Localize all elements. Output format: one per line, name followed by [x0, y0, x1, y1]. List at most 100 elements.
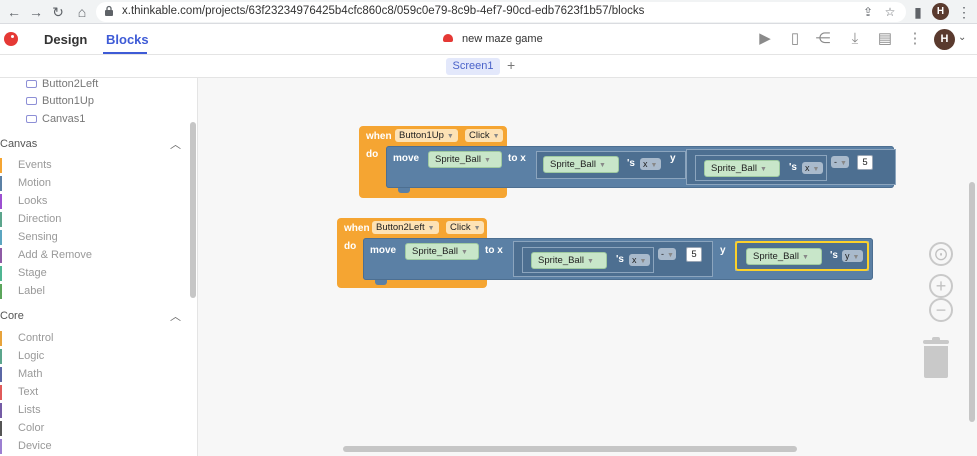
play-icon[interactable]: ▶	[756, 30, 774, 48]
app-header: Design Blocks new maze game ▶ ▯ ⋲ ⤓ ▤ ⋮ …	[0, 24, 977, 55]
sprite-dropdown[interactable]: Sprite_Ball ▼	[746, 248, 822, 265]
category-color-bar	[0, 194, 2, 209]
property-dropdown[interactable]: x ▼	[629, 254, 650, 266]
component-item[interactable]: Button1Up	[26, 95, 94, 109]
dropdown-caret-icon: ▼	[598, 162, 606, 169]
back-icon[interactable]: ←	[4, 2, 24, 22]
category-label: Events	[18, 159, 52, 171]
component-item[interactable]: Button2Left	[26, 78, 98, 92]
category-label: Motion	[18, 177, 52, 189]
do-label: do	[344, 241, 357, 252]
section-core-title[interactable]: Core	[0, 310, 24, 322]
blocks-sidebar: Button2Left Button1Up Canvas1 Canvas ︿ E…	[0, 78, 198, 456]
block-connector	[375, 280, 387, 285]
zoom-out-icon[interactable]: −	[929, 298, 953, 322]
sidebar-category-item[interactable]: Control	[0, 331, 190, 346]
download-icon[interactable]: ⤓	[846, 30, 864, 48]
sidebar-category-item[interactable]: Events	[0, 158, 190, 173]
screen-tab[interactable]: Screen1	[446, 58, 500, 75]
sprite-dropdown[interactable]: Sprite_Ball ▼	[531, 252, 607, 269]
dropdown-caret-icon: ▼	[852, 254, 860, 261]
move-block[interactable]: move Sprite_Ball ▼ to x Sprite_Ball ▼ 's x…	[363, 238, 873, 280]
property-dropdown[interactable]: y ▼	[842, 250, 863, 262]
workspace-horizontal-scrollbar[interactable]	[343, 446, 797, 452]
chevron-up-icon[interactable]: ︿	[170, 136, 181, 152]
chevron-up-icon[interactable]: ︿	[170, 308, 181, 324]
component-dropdown[interactable]: Button2Left ▼	[372, 221, 439, 234]
sidebar-category-item[interactable]: Looks	[0, 194, 190, 209]
button-icon	[26, 80, 37, 89]
share-nodes-icon[interactable]: ⋲	[814, 30, 832, 48]
component-dropdown[interactable]: Button1Up ▼	[395, 129, 458, 142]
y-getter-slot[interactable]: Sprite_Ball ▼ 's x ▼	[695, 155, 827, 181]
sidebar-category-item[interactable]: Color	[0, 421, 190, 436]
sprite-dropdown[interactable]: Sprite_Ball ▼	[405, 243, 479, 260]
property-dropdown[interactable]: x ▼	[802, 162, 823, 174]
zoom-in-icon[interactable]: +	[929, 274, 953, 298]
number-input[interactable]: 5	[857, 155, 873, 170]
section-canvas-title[interactable]: Canvas	[0, 138, 37, 150]
reload-icon[interactable]: ↻	[48, 2, 68, 22]
sidebar-category-item[interactable]: Motion	[0, 176, 190, 191]
sidebar-category-item[interactable]: Logic	[0, 349, 190, 364]
sprite-dropdown[interactable]: Sprite_Ball ▼	[704, 160, 780, 177]
sidebar-category-item[interactable]: Math	[0, 367, 190, 382]
browser-menu-icon[interactable]: ⋮	[954, 2, 974, 22]
dropdown-caret-icon: ▼	[759, 166, 767, 173]
sidebar-category-item[interactable]: Direction	[0, 212, 190, 227]
sidepanel-icon[interactable]: ▮	[908, 2, 928, 22]
chevron-down-icon[interactable]: ⌄	[958, 32, 966, 43]
number-input[interactable]: 5	[686, 247, 702, 262]
category-label: Direction	[18, 213, 62, 225]
more-options-icon[interactable]: ⋮	[906, 30, 924, 48]
property-s-label: 's	[627, 158, 635, 169]
sidebar-category-item[interactable]: Add & Remove	[0, 248, 190, 263]
event-dropdown[interactable]: Click ▼	[465, 129, 503, 142]
user-avatar[interactable]: H	[934, 29, 955, 50]
recenter-icon[interactable]: ⊙	[929, 242, 953, 266]
category-label: Control	[18, 332, 54, 344]
workspace-vertical-scrollbar[interactable]	[969, 182, 975, 422]
browser-profile-avatar[interactable]: H	[932, 3, 949, 20]
y-value-slot[interactable]: Sprite_Ball ▼ 's y ▼	[735, 241, 869, 271]
property-dropdown[interactable]: x ▼	[640, 158, 661, 170]
move-block[interactable]: move Sprite_Ball ▼ to x Sprite_Ball ▼ 's x…	[386, 146, 896, 188]
star-icon[interactable]: ☆	[882, 4, 898, 20]
share-icon[interactable]: ⇪	[860, 4, 876, 20]
category-color-bar	[0, 349, 2, 364]
x-getter-slot[interactable]: Sprite_Ball ▼ 's x ▼	[522, 247, 654, 273]
tab-design[interactable]: Design	[44, 32, 87, 47]
operator-dropdown[interactable]: - ▼	[831, 156, 849, 168]
trash-icon[interactable]	[923, 337, 949, 380]
address-bar[interactable]: x.thinkable.com/projects/63f23234976425b…	[96, 2, 906, 22]
when-label: when	[344, 223, 370, 234]
tab-blocks[interactable]: Blocks	[106, 32, 149, 47]
event-dropdown[interactable]: Click ▼	[446, 221, 484, 234]
sidebar-category-item[interactable]: Stage	[0, 266, 190, 281]
live-test-phone-icon[interactable]: ▯	[786, 30, 804, 48]
blocks-workspace[interactable]: when Button1Up ▼ Click ▼ do move Sprite_Ba…	[199, 78, 977, 456]
sidebar-category-item[interactable]: Lists	[0, 403, 190, 418]
dropdown-caret-icon: ▼	[427, 225, 435, 232]
x-value-slot[interactable]: Sprite_Ball ▼ 's x ▼ - ▼ 5	[513, 241, 713, 277]
home-icon[interactable]: ⌂	[72, 2, 92, 22]
component-item[interactable]: Canvas1	[26, 113, 85, 127]
category-color-bar	[0, 367, 2, 382]
y-value-slot[interactable]: Sprite_Ball ▼ 's x ▼ - ▼ 5	[686, 149, 896, 185]
thunkable-logo-icon[interactable]	[4, 32, 18, 46]
project-title[interactable]: new maze game	[462, 33, 543, 45]
x-value-slot[interactable]: Sprite_Ball ▼ 's x ▼	[536, 151, 686, 179]
sidebar-category-item[interactable]: Text	[0, 385, 190, 400]
sidebar-category-item[interactable]: Sensing	[0, 230, 190, 245]
dropdown-caret-icon: ▼	[473, 225, 481, 232]
add-screen-button[interactable]: +	[507, 57, 515, 73]
sprite-dropdown[interactable]: Sprite_Ball ▼	[543, 156, 619, 173]
sidebar-category-item[interactable]: Label	[0, 284, 190, 299]
sidebar-category-item[interactable]: Device	[0, 439, 190, 454]
sidebar-scrollbar[interactable]	[190, 122, 196, 298]
operator-dropdown[interactable]: - ▼	[658, 248, 676, 260]
forward-icon[interactable]: →	[26, 2, 46, 22]
category-color-bar	[0, 230, 2, 245]
docs-book-icon[interactable]: ▤	[876, 30, 894, 48]
sprite-dropdown[interactable]: Sprite_Ball ▼	[428, 151, 502, 168]
